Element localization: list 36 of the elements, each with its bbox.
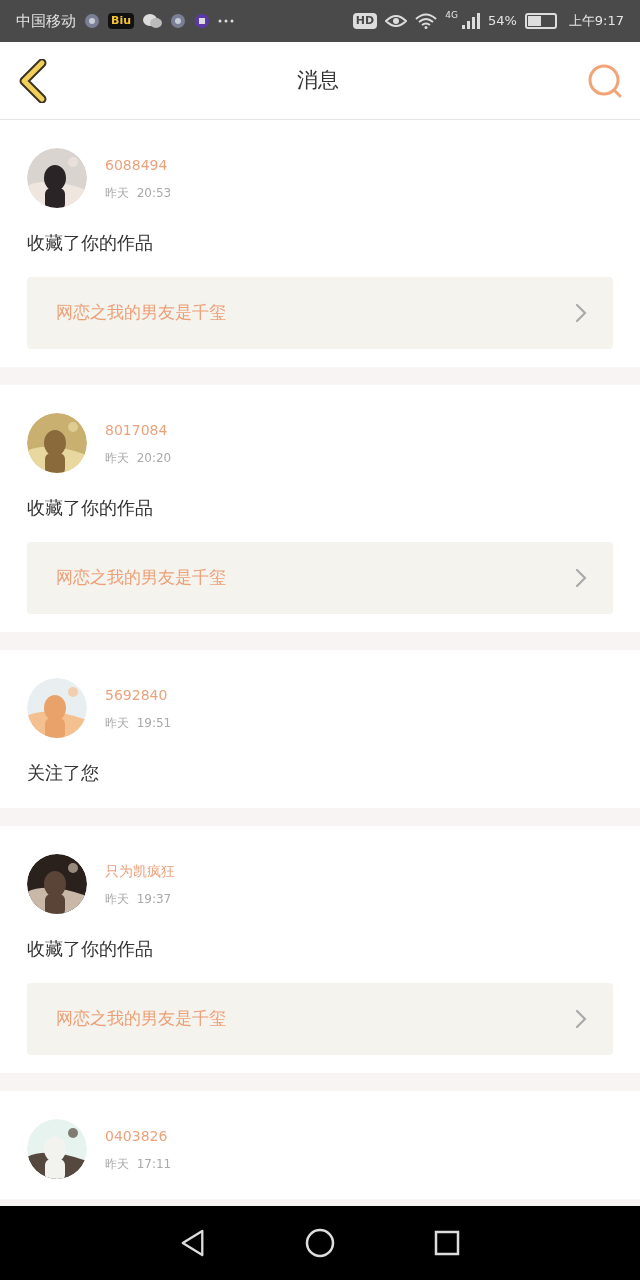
wifi-icon [415,13,438,29]
work-link[interactable]: 网恋之我的男友是千玺 [27,277,613,349]
app-badge: Biu [108,12,134,30]
user-name[interactable]: 8017084 [105,419,172,441]
chat-icon [142,13,162,29]
message-text: 收藏了你的作品 [27,937,154,961]
battery-icon [524,13,557,29]
user-name[interactable]: 5692840 [105,684,172,706]
message-time: 昨天 17:11 [105,1155,172,1173]
user-name[interactable]: 6088494 [105,154,172,176]
work-link[interactable]: 网恋之我的男友是千玺 [27,983,613,1055]
chevron-right-icon [575,568,587,588]
network-type: 4G [445,9,458,22]
message-text: 收藏了你的作品 [27,231,154,255]
message-time: 昨天 20:53 [105,184,172,202]
chevron-right-icon [575,303,587,323]
message-text: 关注了您 [27,761,100,785]
clock: 上午9:17 [568,12,624,31]
work-link[interactable]: 网恋之我的男友是千玺 [27,542,613,614]
signal-icon [461,13,480,29]
message-time: 昨天 19:37 [105,890,173,908]
battery-percent: 54% [487,12,517,31]
app-icon [194,13,210,29]
carrier-name: 中国移动 [16,10,76,32]
app-icon [170,13,186,29]
user-name[interactable]: 只为凯疯狂 [105,860,175,882]
eye-icon [385,14,408,28]
chevron-right-icon [575,1009,587,1029]
more-icon [218,19,234,23]
message-time: 昨天 20:20 [105,449,172,467]
user-name[interactable]: 0403826 [105,1125,172,1147]
app-icon [84,13,100,29]
hd-badge: HD [352,12,378,30]
message-text: 收藏了你的作品 [27,496,154,520]
message-time: 昨天 19:51 [105,714,172,732]
page-title: 消息 [297,66,339,94]
